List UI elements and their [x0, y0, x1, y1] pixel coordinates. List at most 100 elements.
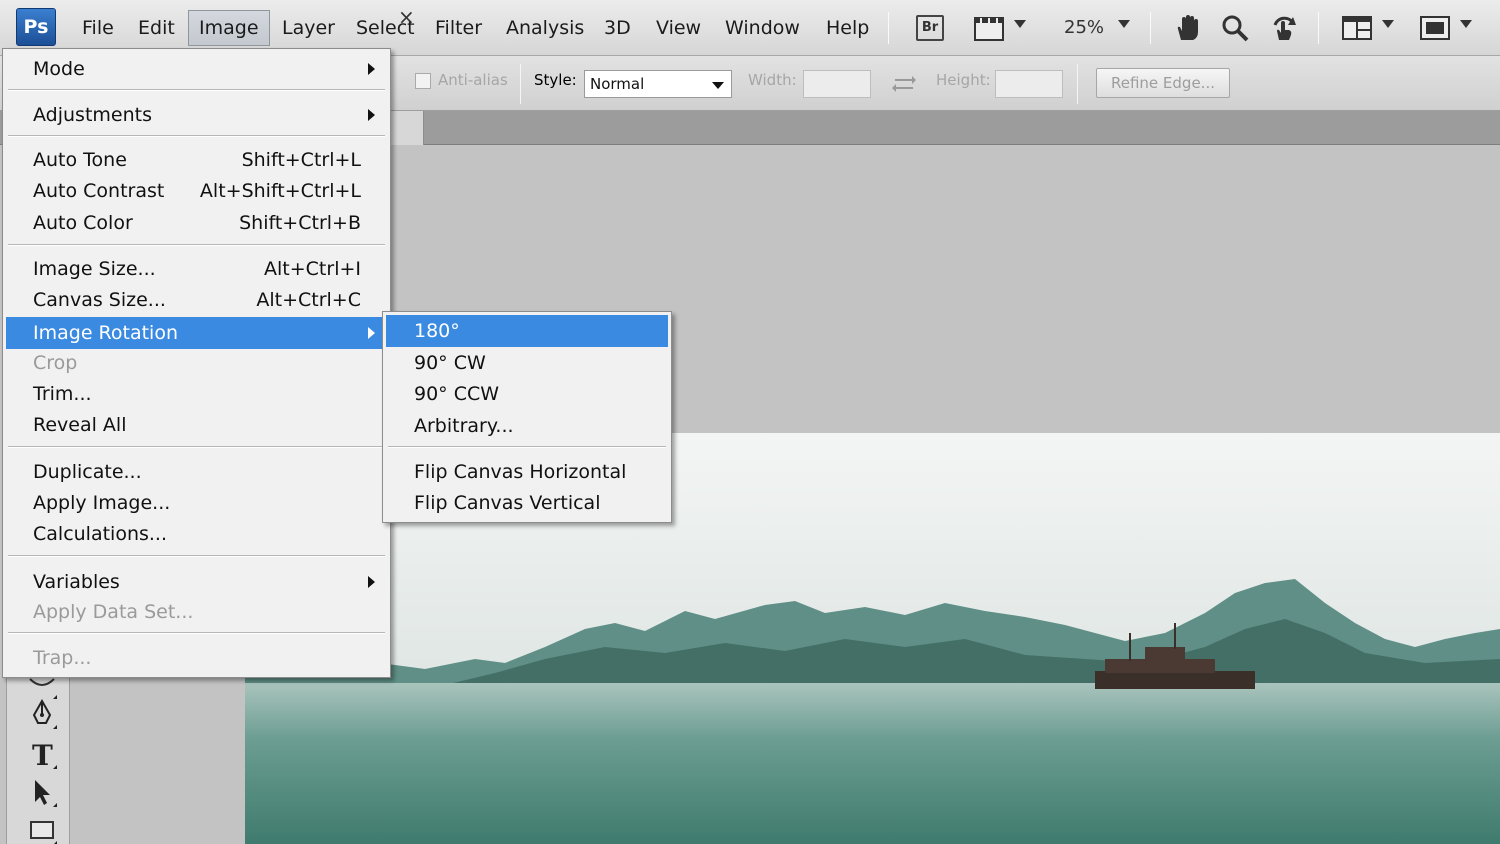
- menu-item-label: Image Rotation: [33, 322, 179, 344]
- photoshop-logo[interactable]: Ps: [16, 8, 56, 46]
- bridge-icon[interactable]: Br: [914, 12, 946, 44]
- menu-window[interactable]: Window: [715, 10, 810, 46]
- menu-separator: [388, 446, 666, 448]
- anti-alias-label: Anti-alias: [438, 71, 508, 89]
- style-select[interactable]: Normal: [584, 70, 732, 98]
- menu-item-label: Mode: [33, 58, 85, 80]
- chevron-down-icon[interactable]: [1382, 20, 1394, 28]
- image-rotation-submenu: 180° 90° CW 90° CCW Arbitrary... Flip Ca…: [382, 311, 672, 523]
- menu-item-label: 90° CW: [414, 352, 486, 374]
- menu-separator: [8, 446, 385, 448]
- swap-arrows-icon[interactable]: [890, 68, 918, 100]
- menu-item-shortcut: Alt+Ctrl+C: [256, 289, 361, 311]
- menubar-separator: [1150, 12, 1151, 44]
- menu-item-canvas-size[interactable]: Canvas Size... Alt+Ctrl+C: [6, 284, 387, 316]
- height-label: Height:: [936, 71, 991, 89]
- svg-text:T: T: [32, 739, 53, 769]
- zoom-tool-icon[interactable]: [1220, 12, 1250, 44]
- menu-file[interactable]: File: [72, 10, 124, 46]
- menu-item-label: Auto Tone: [33, 149, 127, 171]
- menu-item-rotate-180[interactable]: 180°: [386, 315, 668, 347]
- hand-tool-icon[interactable]: [1172, 12, 1204, 44]
- menu-item-shortcut: Alt+Shift+Ctrl+L: [199, 180, 361, 202]
- menu-item-label: Trim...: [33, 383, 92, 405]
- width-field[interactable]: [803, 70, 871, 98]
- menu-item-rotate-arbitrary[interactable]: Arbitrary...: [386, 410, 668, 442]
- rotate-view-icon[interactable]: [1268, 12, 1300, 44]
- chevron-down-icon[interactable]: [1014, 20, 1026, 28]
- menu-item-label: Image Size...: [33, 258, 156, 280]
- close-icon[interactable]: ×: [398, 6, 415, 28]
- menu-item-label: Apply Image...: [33, 492, 171, 514]
- menu-layer[interactable]: Layer: [272, 10, 345, 46]
- menu-item-image-size[interactable]: Image Size... Alt+Ctrl+I: [6, 253, 387, 285]
- tool-flyout-indicator: [53, 725, 57, 729]
- menu-3d[interactable]: 3D: [594, 10, 641, 46]
- bridge-label: Br: [916, 15, 944, 41]
- menu-view[interactable]: View: [646, 10, 711, 46]
- menu-separator: [8, 89, 385, 91]
- options-separator: [1077, 64, 1078, 104]
- path-selection-tool-icon[interactable]: [25, 775, 59, 809]
- menu-analysis[interactable]: Analysis: [496, 10, 594, 46]
- menu-edit[interactable]: Edit: [128, 10, 185, 46]
- height-field[interactable]: [995, 70, 1063, 98]
- menu-item-label: Variables: [33, 571, 120, 593]
- menu-item-rotate-90-ccw[interactable]: 90° CCW: [386, 378, 668, 410]
- menu-filter[interactable]: Filter: [425, 10, 492, 46]
- menu-item-label: Trap...: [33, 647, 92, 669]
- menu-item-adjustments[interactable]: Adjustments: [6, 99, 387, 131]
- menu-item-calculations[interactable]: Calculations...: [6, 518, 387, 550]
- menu-item-label: Calculations...: [33, 523, 168, 545]
- type-tool-icon[interactable]: T: [25, 737, 59, 771]
- menu-item-auto-contrast[interactable]: Auto Contrast Alt+Shift+Ctrl+L: [6, 175, 387, 207]
- chevron-right-icon: [368, 327, 375, 339]
- chevron-right-icon: [368, 63, 375, 75]
- menu-separator: [8, 135, 385, 137]
- menu-item-flip-canvas-vertical[interactable]: Flip Canvas Vertical: [386, 487, 668, 519]
- menu-item-variables[interactable]: Variables: [6, 566, 387, 598]
- menu-separator: [8, 632, 385, 634]
- menu-item-auto-color[interactable]: Auto Color Shift+Ctrl+B: [6, 207, 387, 239]
- menu-item-apply-data-set[interactable]: Apply Data Set...: [6, 596, 387, 628]
- refine-edge-button[interactable]: Refine Edge...: [1096, 68, 1230, 98]
- menu-item-flip-canvas-horizontal[interactable]: Flip Canvas Horizontal: [386, 456, 668, 488]
- style-value: Normal: [590, 75, 645, 93]
- menu-item-duplicate[interactable]: Duplicate...: [6, 456, 387, 488]
- menu-item-crop[interactable]: Crop: [6, 347, 387, 379]
- menu-item-label: Crop: [33, 352, 78, 374]
- arrange-documents-icon[interactable]: [1340, 12, 1374, 44]
- chevron-right-icon: [368, 109, 375, 121]
- width-label: Width:: [748, 71, 797, 89]
- chevron-down-icon[interactable]: [1118, 20, 1130, 28]
- menu-item-trap[interactable]: Trap...: [6, 642, 387, 674]
- menu-help[interactable]: Help: [816, 10, 879, 46]
- menubar-separator: [888, 12, 889, 44]
- tool-flyout-indicator: [53, 803, 57, 807]
- menu-item-label: Auto Contrast: [33, 180, 165, 202]
- rectangle-tool-icon[interactable]: [25, 813, 59, 844]
- menu-separator: [8, 244, 385, 246]
- menu-item-mode[interactable]: Mode: [6, 53, 387, 85]
- menu-item-image-rotation[interactable]: Image Rotation: [6, 317, 387, 349]
- menu-item-auto-tone[interactable]: Auto Tone Shift+Ctrl+L: [6, 144, 387, 176]
- pen-tool-icon[interactable]: [25, 697, 59, 731]
- menubar-separator: [1318, 12, 1319, 44]
- menu-item-shortcut: Alt+Ctrl+I: [264, 258, 361, 280]
- menu-item-rotate-90-cw[interactable]: 90° CW: [386, 347, 668, 379]
- menu-item-reveal-all[interactable]: Reveal All: [6, 409, 387, 441]
- screen-mode-icon[interactable]: [1418, 12, 1452, 44]
- menu-item-trim[interactable]: Trim...: [6, 378, 387, 410]
- chevron-down-icon[interactable]: [1460, 20, 1472, 28]
- document-tab[interactable]: [388, 111, 424, 145]
- menu-item-label: 90° CCW: [414, 383, 500, 405]
- film-strip-icon[interactable]: [972, 12, 1006, 44]
- options-separator: [520, 64, 521, 104]
- anti-alias-checkbox[interactable]: [415, 73, 431, 89]
- menu-item-label: 180°: [414, 320, 460, 342]
- menu-item-label: Duplicate...: [33, 461, 142, 483]
- menu-image[interactable]: Image: [188, 10, 270, 46]
- zoom-level[interactable]: 25%: [1064, 10, 1104, 46]
- menu-item-label: Reveal All: [33, 414, 127, 436]
- menu-item-apply-image[interactable]: Apply Image...: [6, 487, 387, 519]
